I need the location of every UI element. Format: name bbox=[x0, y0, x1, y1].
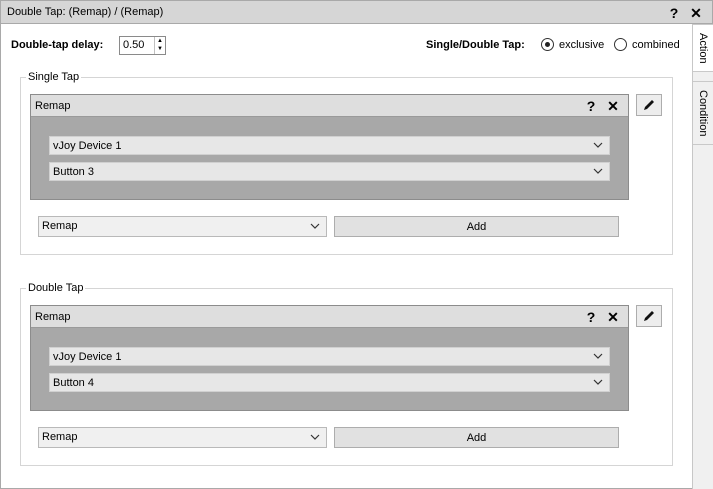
tab-action-label: Action bbox=[697, 32, 709, 64]
single-tap-action-header: Remap ? ✕ bbox=[31, 95, 628, 117]
single-tap-action-type-select[interactable]: Remap bbox=[38, 216, 327, 237]
chevron-down-icon bbox=[593, 376, 603, 391]
single-tap-edit-button[interactable] bbox=[636, 94, 662, 116]
chevron-down-icon bbox=[593, 165, 603, 180]
title-bar: Double Tap: (Remap) / (Remap) ? ✕ bbox=[0, 0, 713, 24]
delay-spinbox[interactable]: 0.50 ▲ ▼ bbox=[119, 36, 166, 55]
single-tap-action-panel: Remap ? ✕ vJoy Device 1 Button 3 bbox=[30, 94, 629, 200]
side-tabs: Action Condition bbox=[692, 24, 713, 489]
close-icon[interactable]: ✕ bbox=[687, 4, 705, 22]
single-tap-action-title: Remap bbox=[35, 100, 71, 112]
double-tap-edit-button[interactable] bbox=[636, 305, 662, 327]
single-tap-device-select[interactable]: vJoy Device 1 bbox=[49, 136, 610, 155]
delay-label: Double-tap delay: bbox=[11, 39, 104, 51]
double-tap-device-value: vJoy Device 1 bbox=[53, 351, 122, 363]
double-tap-input-select[interactable]: Button 4 bbox=[49, 373, 610, 392]
single-tap-add-button[interactable]: Add bbox=[334, 216, 619, 237]
window-title: Double Tap: (Remap) / (Remap) bbox=[7, 6, 164, 18]
chevron-down-icon bbox=[310, 220, 320, 235]
help-icon[interactable]: ? bbox=[582, 308, 600, 326]
pencil-icon bbox=[644, 311, 654, 321]
single-tap-action-type-value: Remap bbox=[42, 220, 78, 232]
double-tap-action-type-value: Remap bbox=[42, 431, 78, 443]
double-tap-add-button[interactable]: Add bbox=[334, 427, 619, 448]
chevron-down-icon bbox=[310, 431, 320, 446]
chevron-down-icon bbox=[593, 139, 603, 154]
double-tap-group-label: Double Tap bbox=[26, 282, 86, 294]
radio-combined[interactable] bbox=[614, 38, 627, 51]
radio-combined-label: combined bbox=[632, 39, 680, 51]
chevron-down-icon bbox=[593, 350, 603, 365]
single-tap-input-value: Button 3 bbox=[53, 166, 94, 178]
spin-down-icon[interactable]: ▼ bbox=[155, 45, 165, 53]
tab-condition[interactable]: Condition bbox=[693, 81, 713, 145]
pencil-icon bbox=[644, 100, 654, 110]
tab-condition-label: Condition bbox=[697, 89, 709, 137]
close-icon[interactable]: ✕ bbox=[604, 97, 622, 115]
double-tap-action-header: Remap ? ✕ bbox=[31, 306, 628, 328]
double-tap-action-panel: Remap ? ✕ vJoy Device 1 Button 4 bbox=[30, 305, 629, 411]
spin-arrows[interactable]: ▲ ▼ bbox=[154, 37, 165, 54]
help-icon[interactable]: ? bbox=[582, 97, 600, 115]
double-tap-action-title: Remap bbox=[35, 311, 71, 323]
radio-exclusive-label: exclusive bbox=[559, 39, 605, 51]
mode-label: Single/Double Tap: bbox=[426, 39, 525, 51]
double-tap-input-value: Button 4 bbox=[53, 377, 94, 389]
radio-exclusive[interactable] bbox=[541, 38, 554, 51]
close-icon[interactable]: ✕ bbox=[604, 308, 622, 326]
tab-action[interactable]: Action bbox=[693, 24, 713, 72]
double-tap-action-type-select[interactable]: Remap bbox=[38, 427, 327, 448]
single-tap-input-select[interactable]: Button 3 bbox=[49, 162, 610, 181]
double-tap-device-select[interactable]: vJoy Device 1 bbox=[49, 347, 610, 366]
spin-up-icon[interactable]: ▲ bbox=[155, 37, 165, 45]
single-tap-group-label: Single Tap bbox=[26, 71, 82, 83]
help-icon[interactable]: ? bbox=[665, 4, 683, 22]
delay-value: 0.50 bbox=[123, 39, 145, 51]
single-tap-device-value: vJoy Device 1 bbox=[53, 140, 122, 152]
